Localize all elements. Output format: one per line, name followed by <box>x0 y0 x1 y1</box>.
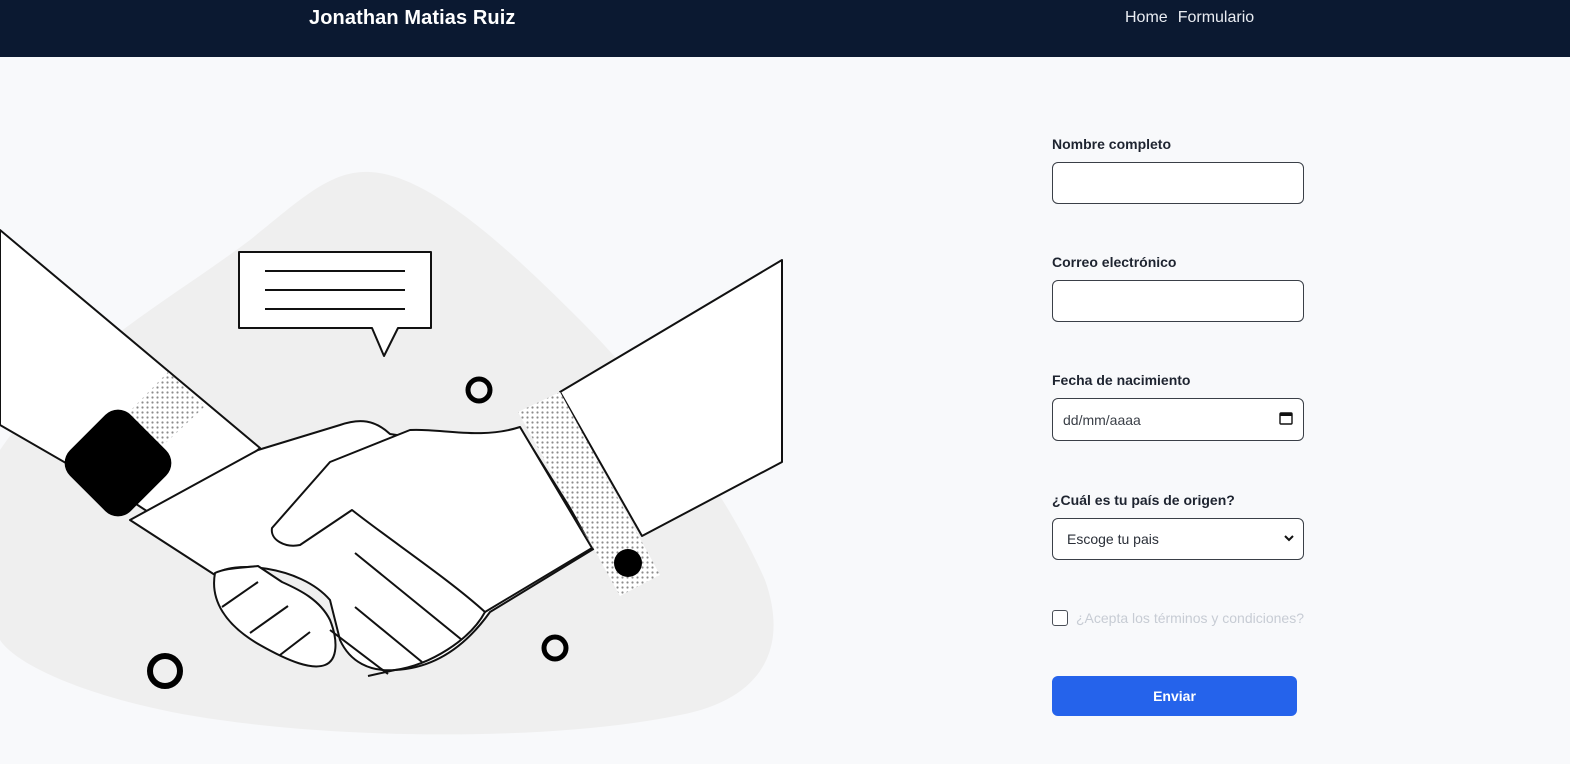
email-input[interactable] <box>1052 280 1304 322</box>
birthdate-label: Fecha de nacimiento <box>1052 372 1191 388</box>
terms-row: ¿Acepta los términos y condiciones? <box>1052 610 1304 626</box>
country-selected-value: Escoge tu pais <box>1067 531 1159 547</box>
chevron-down-icon <box>1283 531 1295 547</box>
brand-title[interactable]: Jonathan Matias Ruiz <box>309 7 515 30</box>
email-label: Correo electrónico <box>1052 254 1177 270</box>
top-navbar: Jonathan Matias Ruiz Home Formulario <box>0 0 1570 57</box>
terms-label[interactable]: ¿Acepta los términos y condiciones? <box>1076 610 1304 626</box>
handshake-illustration <box>0 171 783 735</box>
country-select[interactable]: Escoge tu pais <box>1052 518 1304 560</box>
full-name-input[interactable] <box>1052 162 1304 204</box>
submit-button[interactable]: Enviar <box>1052 676 1297 716</box>
birthdate-placeholder: dd/mm/aaaa <box>1063 411 1141 428</box>
terms-checkbox[interactable] <box>1052 610 1068 626</box>
cufflink <box>614 549 642 577</box>
country-label: ¿Cuál es tu país de origen? <box>1052 492 1235 508</box>
calendar-icon[interactable] <box>1279 411 1293 428</box>
nav-link-home[interactable]: Home <box>1125 9 1168 27</box>
name-label: Nombre completo <box>1052 136 1172 152</box>
nav-link-formulario[interactable]: Formulario <box>1178 9 1254 27</box>
main-nav: Home Formulario <box>1125 9 1254 27</box>
birthdate-input[interactable]: dd/mm/aaaa <box>1052 398 1304 441</box>
